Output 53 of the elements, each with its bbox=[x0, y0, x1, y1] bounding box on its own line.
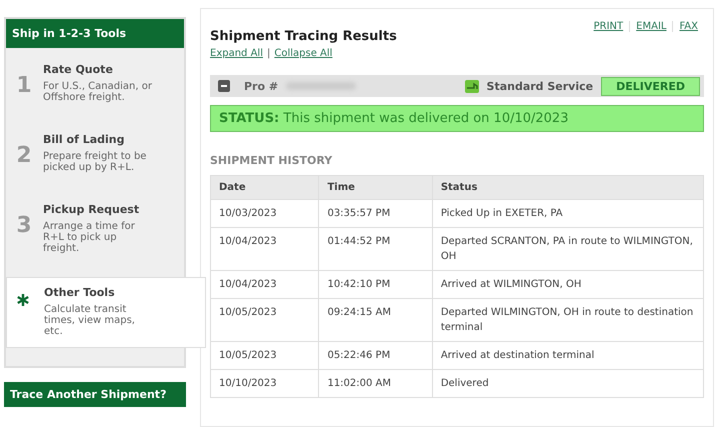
tool-description: For U.S., Canadian, or Offshore freight. bbox=[43, 81, 153, 103]
table-cell: Arrived at WILMINGTON, OH bbox=[432, 270, 704, 298]
tool-title: Pickup Request bbox=[43, 203, 140, 216]
step-number: 3 bbox=[15, 212, 33, 240]
table-cell: Arrived at destination terminal bbox=[432, 342, 704, 370]
table-cell: Picked Up in EXETER, PA bbox=[432, 200, 704, 228]
tool-description: Arrange a time for R+L to pick up freight. bbox=[43, 221, 136, 254]
tool-title: Other Tools bbox=[44, 286, 116, 299]
table-cell: 10:42:10 PM bbox=[318, 270, 432, 298]
table-cell: Delivered bbox=[432, 370, 704, 398]
asterisk-icon bbox=[17, 294, 29, 306]
table-cell: 03:35:57 PM bbox=[318, 200, 432, 228]
table-cell: 11:02:00 AM bbox=[318, 370, 432, 398]
table-cell: 10/05/2023 bbox=[210, 298, 319, 342]
table-cell: 10/05/2023 bbox=[210, 342, 319, 370]
table-cell: Departed WILMINGTON, OH in route to destination terminal bbox=[432, 298, 704, 342]
service-label: Standard Service bbox=[486, 80, 594, 92]
table-cell: 10/04/2023 bbox=[210, 228, 319, 270]
tool-description: Prepare freight to be picked up by R+L. bbox=[43, 151, 148, 173]
tool-item[interactable]: Other Tools Calculate transit times, view maps, etc. bbox=[6, 277, 206, 348]
tool-description: Calculate transit times, view maps, etc. bbox=[44, 304, 136, 337]
trace-button[interactable]: Trace Another Shipment? bbox=[4, 382, 186, 407]
table-cell: 05:22:46 PM bbox=[318, 342, 432, 370]
column-header: Time bbox=[318, 176, 432, 200]
minus-icon bbox=[220, 82, 228, 90]
step-number: 2 bbox=[15, 142, 33, 170]
table-cell: 10/03/2023 bbox=[210, 200, 319, 228]
tool-title: Bill of Lading bbox=[43, 133, 126, 146]
step-number: 1 bbox=[15, 72, 33, 100]
collapse-link[interactable]: Collapse All bbox=[274, 48, 332, 59]
action-link[interactable]: EMAIL bbox=[629, 21, 672, 32]
page-title: Shipment Tracing Results bbox=[210, 29, 397, 44]
table-cell: 10/10/2023 bbox=[210, 370, 319, 398]
action-link[interactable]: FAX bbox=[672, 21, 704, 32]
column-header: Date bbox=[210, 176, 319, 200]
action-link[interactable]: PRINT bbox=[588, 21, 630, 32]
history-heading: SHIPMENT HISTORY bbox=[210, 154, 334, 167]
tools-header: Ship in 1-2-3 Tools bbox=[6, 19, 184, 48]
status-badge: DELIVERED bbox=[601, 76, 700, 96]
pro-label: Pro # bbox=[244, 80, 278, 92]
tool-item[interactable]: 3 Pickup Request Arrange a time for R+L to pick up freight. bbox=[6, 188, 184, 269]
table-cell: 09:24:15 AM bbox=[318, 298, 432, 342]
expand-link[interactable]: Expand All bbox=[210, 48, 263, 59]
column-header: Status bbox=[432, 176, 704, 200]
tool-item[interactable]: 2 Bill of Lading Prepare freight to be picked up by R+L. bbox=[6, 118, 184, 188]
collapse-toggle[interactable] bbox=[218, 80, 230, 92]
tool-item[interactable]: 1 Rate Quote For U.S., Canadian, or Offshore freight. bbox=[6, 48, 184, 118]
status-message: STATUS: This shipment was delivered on 10/10/2023 bbox=[210, 105, 704, 132]
table-cell: 01:44:52 PM bbox=[318, 228, 432, 270]
tool-title: Rate Quote bbox=[43, 63, 114, 76]
separator: | bbox=[266, 48, 270, 59]
table-cell: Departed SCRANTON, PA in route to WILMINGTON, OH bbox=[432, 228, 704, 270]
table-cell: 10/04/2023 bbox=[210, 270, 319, 298]
